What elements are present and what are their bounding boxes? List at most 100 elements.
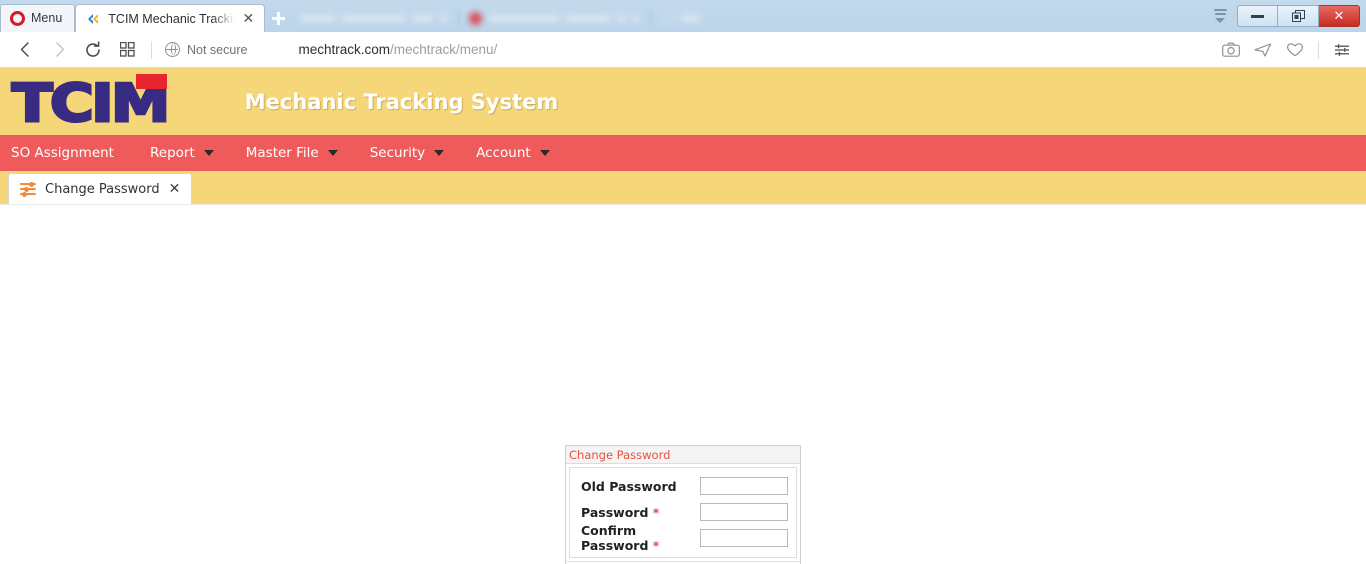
chevron-down-icon: [434, 150, 445, 156]
blur-text: [440, 14, 449, 22]
nav-item-so-assignment[interactable]: SO Assignment: [11, 135, 128, 171]
nav-label: SO Assignment: [11, 145, 114, 161]
nav-item-master-file[interactable]: Master File: [246, 135, 352, 171]
toolbar-divider: [1318, 41, 1319, 59]
logo-red-dot: [136, 73, 167, 89]
nav-item-report[interactable]: Report: [150, 135, 228, 171]
opera-o-icon: [10, 11, 25, 26]
toolbar-divider: [151, 40, 152, 59]
password-label-text: Password: [581, 504, 649, 520]
plus-icon: [271, 11, 285, 25]
content-tab-strip: Change Password ✕: [0, 171, 1366, 205]
confirm-password-label-text: Confirm Password: [581, 523, 649, 553]
tab-list-icon[interactable]: [1203, 0, 1237, 32]
blur-favicon: [469, 11, 483, 25]
blur-text: [413, 14, 434, 22]
window-controls: ✕: [1203, 0, 1366, 32]
maximize-icon: [1291, 10, 1305, 22]
nav-label: Security: [369, 145, 426, 161]
content-tab-label: Change Password: [45, 181, 160, 197]
toolbar-right-icons: [1215, 32, 1358, 68]
sliders-icon: [20, 181, 36, 197]
blur-text: [681, 14, 700, 22]
url-text: mechtrack.com/mechtrack/menu/: [298, 42, 497, 57]
reload-icon: [86, 40, 100, 57]
old-password-label: Old Password: [581, 478, 677, 494]
chevron-down-icon: [539, 150, 550, 156]
content-tab-change-password[interactable]: Change Password ✕: [8, 173, 193, 204]
old-password-input[interactable]: [700, 477, 788, 495]
tab-list-line: [1214, 13, 1226, 15]
blur-text: [633, 14, 641, 22]
required-marker: *: [652, 504, 660, 520]
browser-tab-title: TCIM Mechanic Tracking Sy: [108, 11, 234, 26]
form-row-password: Password *: [570, 499, 796, 525]
back-button[interactable]: [8, 35, 42, 65]
window-minimize-button[interactable]: [1237, 5, 1278, 27]
browser-tab-blurred[interactable]: [459, 4, 650, 32]
confirm-password-input[interactable]: [700, 529, 788, 547]
nav-label: Account: [476, 145, 531, 161]
tcim-chevron-favicon: [86, 11, 102, 27]
heart-icon[interactable]: [1279, 35, 1311, 65]
form-row-old-password: Old Password: [570, 473, 796, 499]
window-maximize-button[interactable]: [1278, 5, 1319, 27]
content-tab-close-icon[interactable]: ✕: [169, 182, 181, 196]
nav-item-security[interactable]: Security: [370, 135, 458, 171]
nav-label: Report: [149, 145, 195, 161]
security-status-label: Not secure: [187, 42, 248, 57]
globe-icon: [165, 42, 180, 57]
chevron-down-icon: [327, 150, 338, 156]
app-header: TCIM Mechanic Tracking System: [0, 68, 1366, 135]
browser-titlebar: Menu TCIM Mechanic Tracking Sy ✕: [0, 0, 1366, 32]
main-navigation: SO Assignment Report Master File Securit…: [0, 135, 1366, 171]
browser-tab-close-icon[interactable]: ✕: [241, 12, 257, 26]
blur-favicon: [661, 11, 675, 25]
panel-header: Change Password: [566, 446, 800, 464]
nav-label: Master File: [245, 145, 319, 161]
panel-title: Change Password: [569, 447, 671, 462]
minimize-icon: [1251, 14, 1264, 18]
window-close-button[interactable]: ✕: [1319, 5, 1360, 27]
forward-button[interactable]: [42, 35, 76, 65]
easy-setup-icon[interactable]: [1326, 35, 1358, 65]
address-field[interactable]: Not secure mechtrack.com/mechtrack/menu/: [165, 42, 1358, 57]
panel-body: Old Password Password * Confirm Password…: [569, 467, 797, 558]
browser-tab-blurred[interactable]: [291, 4, 458, 32]
password-label: Password *: [581, 505, 700, 520]
change-password-panel: Change Password Old Password Password * …: [565, 445, 801, 564]
blur-text: [489, 14, 560, 22]
url-domain: mechtrack.com: [298, 42, 390, 57]
close-icon: ✕: [1333, 8, 1345, 24]
chevron-down-icon: [1215, 18, 1225, 23]
blur-text: [301, 14, 336, 22]
required-marker: *: [652, 538, 660, 553]
browser-tab-strip: Menu TCIM Mechanic Tracking Sy ✕: [0, 0, 1366, 32]
send-icon[interactable]: [1247, 35, 1279, 65]
reload-button[interactable]: [76, 35, 110, 65]
app-title: Mechanic Tracking System: [244, 89, 559, 114]
camera-icon[interactable]: [1215, 35, 1247, 65]
nav-item-account[interactable]: Account: [476, 135, 564, 171]
back-arrow-icon: [20, 42, 29, 57]
forward-arrow-icon: [55, 42, 64, 57]
speed-dial-button[interactable]: [110, 35, 144, 65]
browser-tab-blurred[interactable]: [651, 4, 709, 32]
tab-list-line: [1213, 9, 1227, 11]
url-path: /mechtrack/menu/: [389, 42, 498, 57]
password-input[interactable]: [700, 503, 788, 521]
app-logo: TCIM: [10, 73, 172, 131]
opera-menu-button[interactable]: Menu: [0, 4, 76, 32]
new-tab-button[interactable]: [265, 4, 291, 32]
page-content: Change Password Old Password Password * …: [0, 205, 1366, 564]
confirm-password-label: Confirm Password *: [581, 523, 700, 553]
blur-text: [342, 14, 407, 22]
form-row-confirm-password: Confirm Password *: [570, 523, 796, 553]
blur-text: [566, 14, 611, 22]
opera-menu-label: Menu: [31, 11, 63, 26]
chevron-down-icon: [203, 150, 214, 156]
app-logo-text: TCIM: [10, 73, 172, 134]
browser-toolbar: Not secure mechtrack.com/mechtrack/menu/: [0, 32, 1366, 68]
browser-tab-active[interactable]: TCIM Mechanic Tracking Sy ✕: [75, 4, 266, 32]
blur-text: [617, 14, 627, 22]
